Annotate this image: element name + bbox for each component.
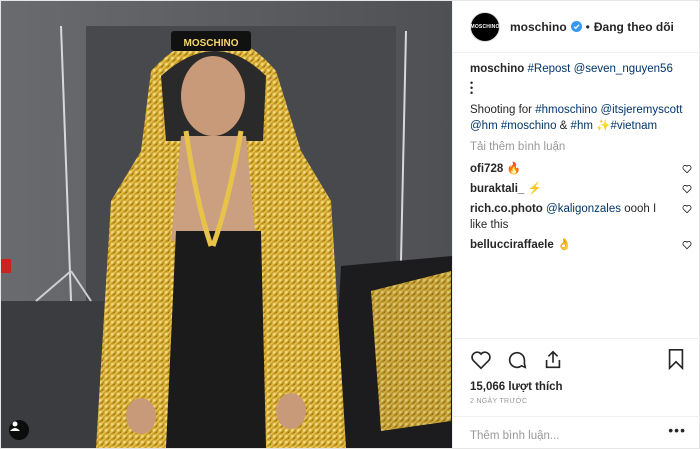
header-username-link[interactable]: moschino xyxy=(510,20,567,34)
likes-count[interactable]: 15,066 lượt thích xyxy=(470,381,686,393)
post-side-panel: MOSCHINO moschino • Đang theo dõi moschi… xyxy=(452,1,700,448)
following-button[interactable]: Đang theo dõi xyxy=(594,20,674,34)
comment-like-heart-icon[interactable] xyxy=(682,240,692,250)
comment-like-heart-icon[interactable] xyxy=(682,204,692,214)
more-options-icon[interactable]: ••• xyxy=(668,423,686,448)
add-comment-input[interactable] xyxy=(470,424,669,448)
mention-itsjeremyscott-link[interactable]: @itsjeremyscott xyxy=(600,104,682,116)
caption-prefix-text: Shooting for xyxy=(470,104,536,116)
comment-text: 👌 xyxy=(556,239,572,251)
comment-like-heart-icon[interactable] xyxy=(682,164,692,174)
caption-body: Shooting for #hmoschino @itsjeremyscott … xyxy=(470,102,692,134)
mention-seven-nguyen-link[interactable]: @seven_nguyen56 xyxy=(574,63,673,75)
comment-item: ofi728 🔥 xyxy=(470,161,692,177)
verified-badge-icon xyxy=(570,21,582,32)
mention-hm-link[interactable]: @hm xyxy=(470,120,498,132)
comment-username-link[interactable]: ofi728 xyxy=(470,163,503,175)
avatar[interactable]: MOSCHINO xyxy=(470,11,500,42)
post-photo[interactable]: MOSCHINO xyxy=(1,1,452,448)
comment-item: buraktali_ ⚡ xyxy=(470,181,692,197)
like-heart-icon[interactable] xyxy=(470,349,492,371)
add-comment-bar: ••• xyxy=(453,416,700,448)
post-timestamp[interactable]: 2 NGÀY TRƯỚC xyxy=(470,398,686,405)
avatar-logo-text: MOSCHINO xyxy=(470,23,500,30)
hashtag-hmoschino-link[interactable]: #hmoschino xyxy=(535,104,597,116)
comments-section: moschino #Repost @seven_nguyen56 • • • S… xyxy=(470,61,692,257)
comment-text: ⚡ xyxy=(527,183,542,195)
post-caption: moschino #Repost @seven_nguyen56 xyxy=(470,61,692,77)
comment-bubble-icon[interactable] xyxy=(506,349,528,371)
sparkles-emoji: ✨ xyxy=(596,120,611,132)
photo-illustration: MOSCHINO xyxy=(1,1,452,448)
instagram-post: MOSCHINO MOSCHINO moschino • Đang theo d… xyxy=(0,0,700,449)
tagged-user-icon[interactable] xyxy=(9,420,29,440)
hashtag-vietnam-link[interactable]: #vietnam xyxy=(610,120,657,132)
comment-like-heart-icon[interactable] xyxy=(682,184,692,194)
caption-username-link[interactable]: moschino xyxy=(470,63,524,75)
comment-username-link[interactable]: bellucciraffaele xyxy=(470,239,554,251)
hashtag-moschino-link[interactable]: #moschino xyxy=(501,120,557,132)
caption-ampersand: & xyxy=(556,120,571,132)
share-icon[interactable] xyxy=(542,349,564,371)
header-separator-dot: • xyxy=(585,19,590,34)
post-header: MOSCHINO moschino • Đang theo dõi xyxy=(453,1,699,53)
hashtag-hm-link[interactable]: #hm xyxy=(571,120,593,132)
load-more-comments-button[interactable]: Tải thêm bình luận xyxy=(470,141,692,153)
comment-username-link[interactable]: buraktali_ xyxy=(470,183,524,195)
hashtag-repost-link[interactable]: #Repost xyxy=(528,63,571,75)
comment-item: bellucciraffaele 👌 xyxy=(470,237,692,253)
comment-item: rich.co.photo @kaligonzales oooh I like … xyxy=(470,201,692,233)
comment-mention-link[interactable]: @kaligonzales xyxy=(546,203,621,215)
action-icons-row xyxy=(470,347,686,373)
hat-logo-text: MOSCHINO xyxy=(184,38,239,49)
post-actions: 15,066 lượt thích 2 NGÀY TRƯỚC xyxy=(453,338,700,405)
comment-text: 🔥 xyxy=(506,163,521,175)
save-bookmark-icon[interactable] xyxy=(666,348,686,370)
comment-username-link[interactable]: rich.co.photo xyxy=(470,203,543,215)
caption-ellipsis: • • • xyxy=(470,78,476,98)
